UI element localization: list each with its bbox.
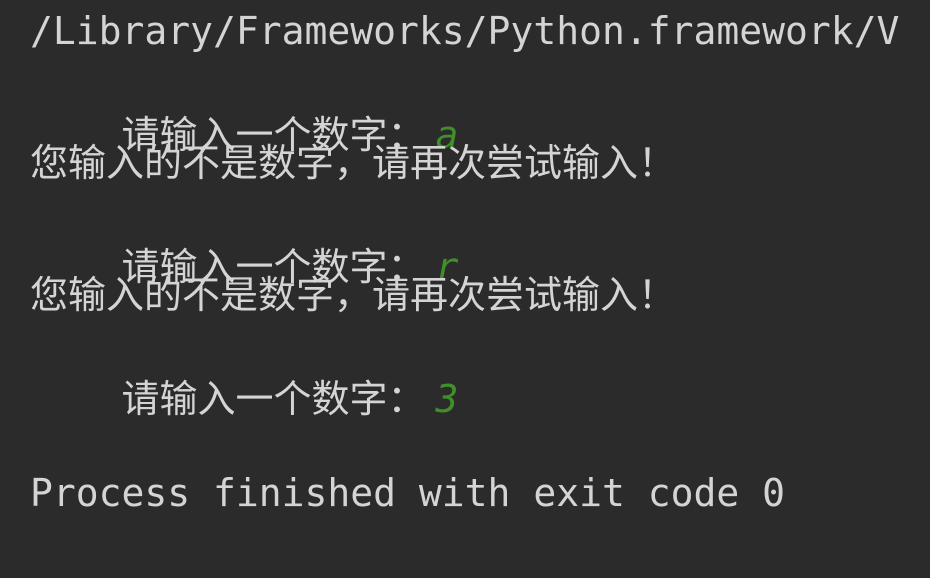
run-console-output[interactable]: /Library/Frameworks/Python.framework/V 请… [0, 0, 930, 578]
process-exit-message: Process finished with exit code 0 [30, 471, 785, 515]
error-message-line: 您输入的不是数字，请再次尝试输入！ [30, 141, 677, 185]
error-message-line: 您输入的不是数字，请再次尝试输入！ [30, 273, 677, 317]
command-path-line: /Library/Frameworks/Python.framework/V [30, 9, 900, 53]
user-input-text: 3 [435, 377, 459, 421]
input-prompt-line: 请输入一个数字： 3 [30, 342, 459, 456]
prompt-text: 请输入一个数字： [121, 377, 426, 421]
